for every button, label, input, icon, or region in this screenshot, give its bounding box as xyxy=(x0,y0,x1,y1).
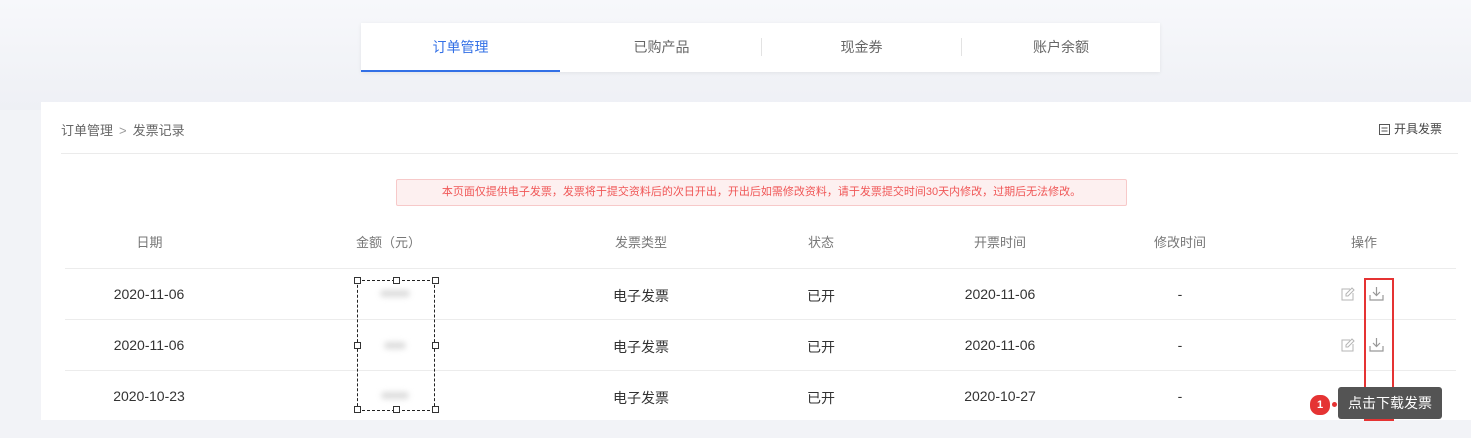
column-header-invoice-type: 发票类型 xyxy=(614,235,667,250)
tab-cash-coupons[interactable]: 现金券 xyxy=(762,23,961,72)
download-tooltip: 点击下载发票 xyxy=(1338,387,1442,419)
amount-selection-box xyxy=(354,277,439,413)
selection-handle[interactable] xyxy=(393,406,400,413)
row-date: 2020-10-23 xyxy=(113,388,185,404)
tab-purchased-products[interactable]: 已购产品 xyxy=(562,23,761,72)
invoice-records-card: 订单管理 > 发票记录 开具发票 本页面仅提供电子发票，发票将于提交资料后的次日开出… xyxy=(41,102,1471,421)
step-connector-dot xyxy=(1332,402,1337,407)
row-divider xyxy=(65,268,1456,269)
breadcrumb-current: 发票记录 xyxy=(132,123,185,138)
row-invoice-type: 电子发票 xyxy=(613,339,669,355)
row-issued-time: 2020-11-06 xyxy=(964,337,1036,353)
row-modified-time: - xyxy=(1177,388,1183,404)
column-header-date: 日期 xyxy=(136,235,163,250)
breadcrumb-orders-link[interactable]: 订单管理 xyxy=(61,123,113,138)
notice-banner: 本页面仅提供电子发票，发票将于提交资料后的次日开出，开出后如需修改资料，请于发票… xyxy=(396,179,1127,206)
selection-handle[interactable] xyxy=(432,406,439,413)
breadcrumb: 订单管理 > 发票记录 xyxy=(61,120,185,139)
breadcrumb-separator: > xyxy=(119,123,127,138)
issue-invoice-button[interactable]: 开具发票 xyxy=(1379,120,1442,137)
tab-account-balance[interactable]: 账户余额 xyxy=(962,23,1160,72)
row-issued-time: 2020-11-06 xyxy=(964,286,1036,302)
column-header-status: 状态 xyxy=(807,235,834,250)
column-header-amount: 金额（元） xyxy=(355,235,421,250)
row-divider xyxy=(65,319,1456,320)
header-divider xyxy=(61,153,1458,154)
row-divider xyxy=(65,370,1456,371)
row-invoice-type: 电子发票 xyxy=(613,288,669,304)
column-header-modified-time: 修改时间 xyxy=(1153,235,1206,250)
row-status: 已开 xyxy=(807,390,835,406)
row-date: 2020-11-06 xyxy=(113,286,185,302)
edit-icon[interactable] xyxy=(1341,338,1355,352)
issue-invoice-label: 开具发票 xyxy=(1394,122,1443,136)
row-issued-time: 2020-10-27 xyxy=(964,388,1036,404)
selection-handle[interactable] xyxy=(432,342,439,349)
row-date: 2020-11-06 xyxy=(113,337,185,353)
column-header-issued-time: 开票时间 xyxy=(973,235,1026,250)
edit-icon[interactable] xyxy=(1341,287,1355,301)
tab-orders[interactable]: 订单管理 xyxy=(361,23,560,72)
row-modified-time: - xyxy=(1177,286,1183,302)
selection-handle[interactable] xyxy=(354,277,361,284)
row-modified-time: - xyxy=(1177,337,1183,353)
column-header-actions: 操作 xyxy=(1350,235,1377,250)
selection-handle[interactable] xyxy=(393,277,400,284)
step-number-badge: 1 xyxy=(1309,394,1331,416)
document-icon xyxy=(1379,124,1390,135)
row-status: 已开 xyxy=(807,288,835,304)
row-invoice-type: 电子发票 xyxy=(613,390,669,406)
selection-handle[interactable] xyxy=(354,342,361,349)
selection-handle[interactable] xyxy=(354,406,361,413)
row-status: 已开 xyxy=(807,339,835,355)
tab-bar: 订单管理 已购产品 现金券 账户余额 xyxy=(361,23,1160,72)
selection-handle[interactable] xyxy=(432,277,439,284)
